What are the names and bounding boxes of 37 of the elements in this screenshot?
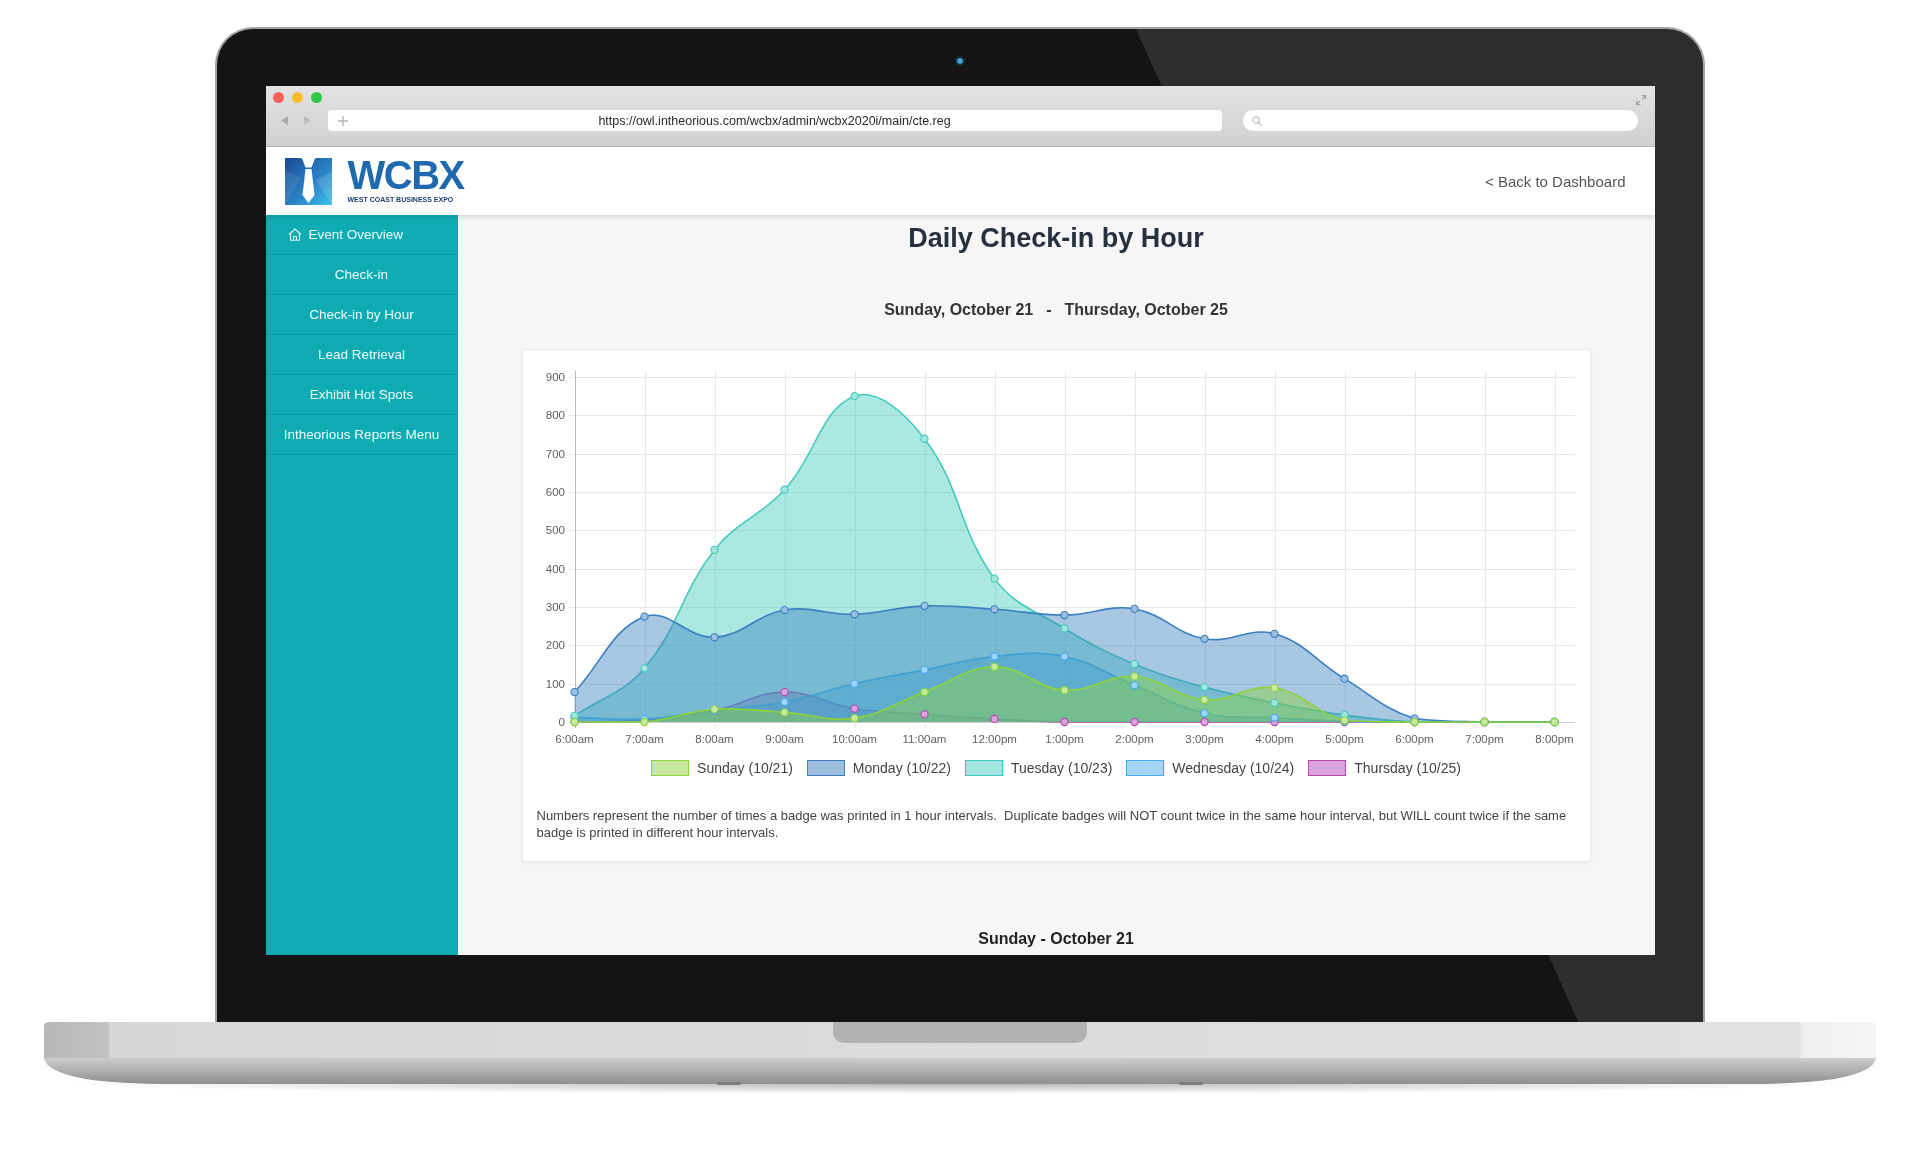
legend-label: Wednesday (10/24) — [1172, 760, 1295, 776]
x-tick-label: 2:00pm — [1114, 733, 1154, 745]
legend-label: Tuesday (10/23) — [1010, 760, 1113, 776]
date-separator: - — [1046, 300, 1052, 320]
start-date: Sunday, October 21 — [884, 300, 1034, 320]
x-tick-label: 8:00am — [694, 733, 734, 745]
y-tick-label: 0 — [558, 716, 565, 728]
y-tick-label: 700 — [545, 447, 565, 460]
y-tick-label: 600 — [545, 486, 565, 498]
logo-text: WCBX — [347, 158, 464, 192]
y-tick-label: 100 — [545, 677, 565, 690]
x-tick-label: 1:00pm — [1044, 733, 1084, 745]
y-tick-label: 800 — [545, 409, 565, 422]
x-tick-label: 5:00pm — [1324, 733, 1364, 745]
chart-note: Numbers represent the number of times a badge was printed in 1 hour intervals. Duplicate badges will NOT count twice in the same hour interval, but WILL count twice if the same badge is printed in different hour intervals. — [535, 807, 1568, 841]
x-tick-label: 6:00pm — [1394, 733, 1434, 745]
x-tick-label: 3:00pm — [1184, 733, 1224, 745]
page-title: Daily Check-in by Hour — [908, 222, 1204, 254]
legend-label: Sunday (10/21) — [697, 760, 793, 776]
x-tick-label: 11:00am — [902, 733, 946, 745]
section-heading: Sunday - October 21 — [978, 929, 1134, 949]
x-tick-label: 9:00am — [764, 733, 804, 745]
x-tick-label: 4:00pm — [1254, 733, 1294, 745]
y-tick-label: 900 — [545, 371, 565, 383]
y-tick-label: 200 — [545, 639, 565, 652]
y-tick-label: 300 — [545, 601, 565, 613]
end-date: Thursday, October 25 — [1064, 300, 1228, 320]
legend-label: Thursday (10/25) — [1354, 760, 1461, 776]
x-tick-label: 12:00pm — [971, 733, 1017, 745]
x-tick-label: 10:00am — [831, 733, 877, 745]
x-tick-label: 7:00am — [624, 733, 664, 745]
x-tick-label: 6:00am — [554, 733, 594, 745]
x-tick-label: 7:00pm — [1464, 733, 1504, 745]
legend-label: Monday (10/22) — [852, 760, 951, 776]
x-tick-label: 8:00pm — [1534, 733, 1574, 745]
y-tick-label: 500 — [545, 524, 565, 537]
y-tick-label: 400 — [545, 562, 565, 575]
